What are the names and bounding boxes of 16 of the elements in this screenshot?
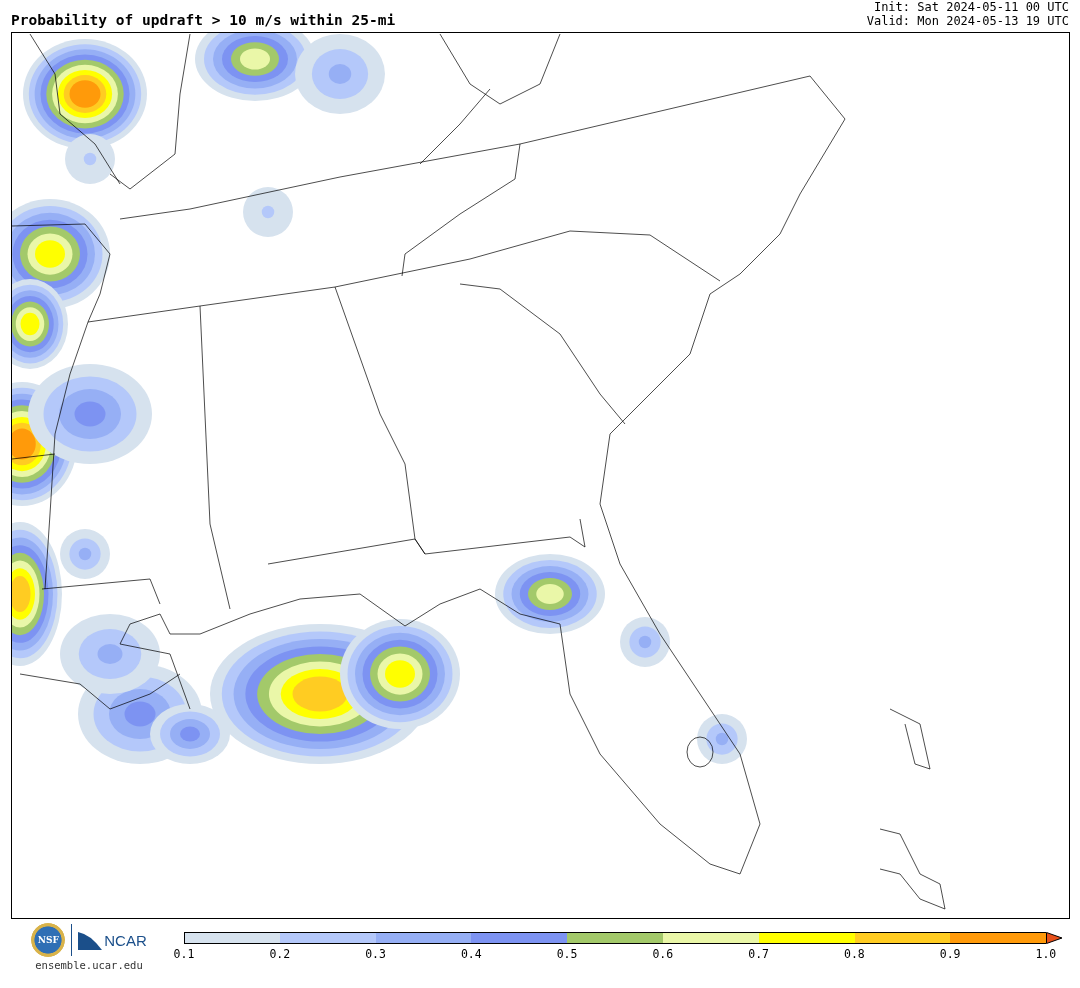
ncar-logo: NCAR <box>78 930 147 950</box>
colorbar-tick-label: 0.2 <box>268 947 292 961</box>
colorbar-tick-label: 0.9 <box>938 947 962 961</box>
colorbar-tick-label: 0.3 <box>364 947 387 961</box>
colorbar-tick-label: 0.6 <box>651 947 675 961</box>
colorbar-tick-label: 0.8 <box>842 947 866 961</box>
colorbar-tick-label: 1.0 <box>1034 947 1058 961</box>
nsf-logo: NSF <box>31 923 66 957</box>
colorbar-tick-label: 0.7 <box>747 947 770 961</box>
init-time: Init: Sat 2024-05-11 00 UTC <box>873 0 1069 14</box>
colorbar-tick-label: 0.5 <box>555 947 579 961</box>
colorbar-tick-label: 0.1 <box>172 947 196 961</box>
map-title: Probability of updraft > 10 m/s within 25-mi <box>11 12 396 28</box>
valid-time: Valid: Mon 2024-05-13 19 UTC <box>866 14 1069 28</box>
website-url: ensemble.ucar.edu <box>35 959 143 971</box>
colorbar-tick-label: 0.4 <box>459 947 483 961</box>
